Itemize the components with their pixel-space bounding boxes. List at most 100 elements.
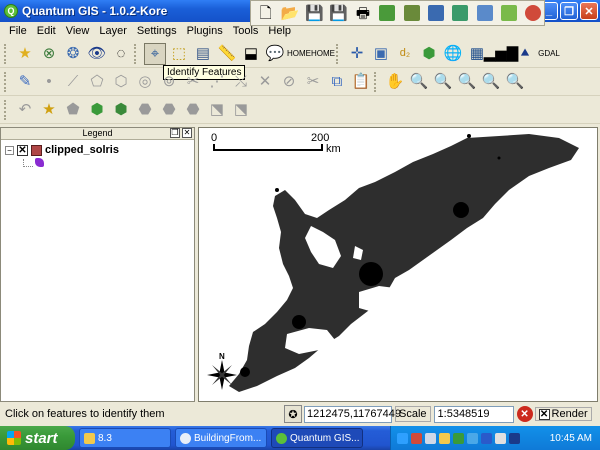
print-icon[interactable]: 🖶 [352, 2, 373, 24]
select-features-icon[interactable]: ⬚ [168, 43, 190, 65]
new-project-icon[interactable]: 🗋 [255, 2, 276, 24]
gdal-tools-icon[interactable]: GDAL [538, 43, 560, 65]
menu-layer[interactable]: Layer [94, 25, 132, 37]
tray-antivirus-icon[interactable] [453, 432, 464, 444]
legend-panel[interactable]: Legend ❐ ✕ − ✕ clipped_solris [0, 127, 195, 402]
merge-features-icon[interactable]: ⬣ [182, 99, 204, 121]
tray-update-icon[interactable] [439, 432, 450, 444]
gps-tools-icon[interactable]: ▣ [370, 43, 392, 65]
show-all-layers-icon[interactable]: 👁 [86, 43, 108, 65]
zoom-to-selection-icon[interactable]: 🔍 [480, 71, 502, 93]
save-project-icon[interactable]: 💾 [304, 2, 325, 24]
tray-shield-icon[interactable] [411, 432, 422, 444]
menu-plugins[interactable]: Plugins [182, 25, 228, 37]
split-parts-icon[interactable]: ⬣ [158, 99, 180, 121]
split-features-icon[interactable]: ✂ [182, 71, 204, 93]
tray-bluetooth-icon[interactable] [481, 432, 492, 444]
open-attribute-table-icon[interactable]: ▤ [192, 43, 214, 65]
stop-render-icon[interactable]: ✕ [516, 406, 533, 422]
close-legend-icon[interactable]: ✕ [182, 128, 192, 138]
pan-map-icon[interactable]: ✋ [384, 71, 406, 93]
histogram-icon[interactable]: ▂▅▇ [484, 43, 519, 65]
delete-ring-icon[interactable]: ⬢ [86, 99, 108, 121]
undock-icon[interactable]: ❐ [170, 128, 180, 138]
capture-line-icon[interactable]: ⟋ [62, 71, 84, 93]
undo-icon[interactable]: ↶ [14, 99, 36, 121]
new-layer-star-icon[interactable]: ★ [14, 43, 36, 65]
render-toggle[interactable]: ✕ Render [534, 407, 592, 421]
legend-header[interactable]: Legend ❐ ✕ [1, 128, 194, 140]
layer-name[interactable]: clipped_solris [45, 144, 119, 156]
delimited-text-icon[interactable]: d₂ [394, 43, 416, 65]
map-tips-icon[interactable]: 💬 [264, 43, 286, 65]
move-vertex-icon[interactable]: ⋰ [206, 71, 228, 93]
show-bookmarks-icon[interactable]: HOME [311, 43, 335, 65]
tray-network-icon[interactable] [397, 432, 408, 444]
collapse-expander-icon[interactable]: − [5, 145, 14, 155]
delete-part-icon[interactable]: ⬢ [110, 99, 132, 121]
layer-symbol-row[interactable] [23, 158, 44, 167]
add-spatialite-layer-icon[interactable] [450, 2, 471, 24]
menu-tools[interactable]: Tools [228, 25, 264, 37]
simplify-feature-icon[interactable]: ⬟ [62, 99, 84, 121]
measure-area-icon[interactable]: ⬓ [240, 43, 262, 65]
add-vector-layer-icon[interactable] [377, 2, 398, 24]
tray-volume-icon[interactable] [425, 432, 436, 444]
zoom-to-layer-icon[interactable]: 🔍 [504, 71, 526, 93]
taskbar-item-ie[interactable]: BuildingFrom... [175, 428, 267, 448]
cut-features-icon[interactable]: ✂ [302, 71, 324, 93]
toggle-coordinate-capture-icon[interactable]: ✪ [284, 405, 302, 423]
layer-visibility-checkbox[interactable]: ✕ [17, 144, 28, 156]
scale-input[interactable]: 1:5348519 [433, 405, 514, 423]
menu-edit[interactable]: Edit [32, 25, 61, 37]
reshape-features-icon[interactable]: ⬣ [134, 99, 156, 121]
add-star-layer-icon[interactable]: ★ [38, 99, 60, 121]
add-wms-layer-icon[interactable] [474, 2, 495, 24]
toolbar-grip[interactable] [336, 43, 340, 64]
tray-power-icon[interactable] [495, 432, 506, 444]
toolbar-grip[interactable] [134, 43, 138, 64]
remove-layer-icon[interactable] [523, 2, 544, 24]
offset-curve-icon[interactable]: ⬔ [230, 99, 252, 121]
menu-help[interactable]: Help [263, 25, 296, 37]
tray-display-icon[interactable] [509, 432, 520, 444]
maximize-button[interactable]: ❐ [560, 2, 578, 20]
close-button[interactable]: ✕ [580, 2, 598, 20]
capture-polygon-icon[interactable]: ⬠ [86, 71, 108, 93]
open-project-icon[interactable]: 📂 [279, 2, 300, 24]
toolbar-grip[interactable] [4, 71, 8, 92]
georeferencer-icon[interactable]: ✛ [346, 43, 368, 65]
toolbar-grip[interactable] [374, 71, 378, 92]
zoom-full-icon[interactable]: 🔍 [456, 71, 478, 93]
add-island-icon[interactable]: ⊚ [158, 71, 180, 93]
tray-messenger-icon[interactable] [467, 432, 478, 444]
wfs-icon[interactable]: 🌐 [442, 43, 464, 65]
add-raster-layer-icon[interactable] [401, 2, 422, 24]
move-feature-icon[interactable]: ⬡ [110, 71, 132, 93]
add-postgis-layer-icon[interactable] [425, 2, 446, 24]
delete-vertex-icon[interactable]: ✕ [254, 71, 276, 93]
add-ring-icon[interactable]: ◎ [134, 71, 156, 93]
copy-features-icon[interactable]: ⧉ [326, 71, 348, 93]
zoom-in-icon[interactable]: 🔍 [408, 71, 430, 93]
identify-features-icon[interactable]: ⌖ [144, 42, 166, 65]
measure-line-icon[interactable]: 📏 [216, 43, 238, 65]
new-bookmark-icon[interactable]: HOME [287, 43, 311, 65]
delete-selected-icon[interactable]: ⊘ [278, 71, 300, 93]
taskbar-item-folder[interactable]: 8.3 [79, 428, 171, 448]
toolbar-grip[interactable] [4, 43, 8, 64]
capture-point-icon[interactable]: • [38, 71, 60, 93]
menu-settings[interactable]: Settings [132, 25, 182, 37]
menu-file[interactable]: File [4, 25, 32, 37]
spit-icon[interactable]: ⬢ [418, 43, 440, 65]
toolbar-grip[interactable] [4, 99, 8, 120]
north-arrow-icon[interactable]: ⯅ [514, 43, 536, 65]
save-as-icon[interactable]: 💾 [328, 2, 349, 24]
coordinate-display[interactable]: 1212475,11767449 [304, 405, 401, 423]
start-button[interactable]: start [0, 426, 75, 450]
hide-all-layers-icon[interactable]: ◌ [110, 43, 132, 65]
toggle-overview-icon[interactable]: ❂ [62, 43, 84, 65]
taskbar-item-qgis[interactable]: Quantum GIS... [271, 428, 363, 448]
toggle-editing-icon[interactable]: ✎ [14, 71, 36, 93]
rotate-point-symbols-icon[interactable]: ⬔ [206, 99, 228, 121]
